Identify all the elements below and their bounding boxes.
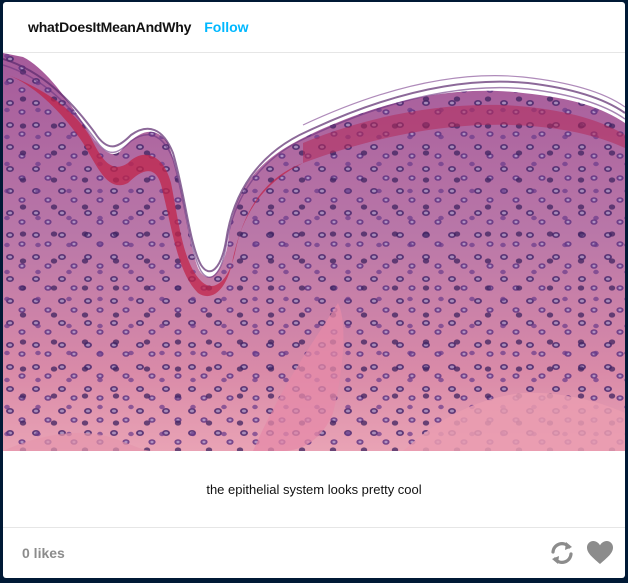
author-name[interactable]: whatDoesItMeanAndWhy bbox=[28, 19, 191, 35]
post-header: whatDoesItMeanAndWhy Follow bbox=[3, 2, 625, 53]
follow-button[interactable]: Follow bbox=[204, 19, 248, 35]
post-card: whatDoesItMeanAndWhy Follow the epitheli… bbox=[3, 2, 625, 578]
post-photo[interactable] bbox=[3, 53, 625, 451]
reblog-icon[interactable] bbox=[548, 539, 576, 567]
heart-icon[interactable] bbox=[586, 540, 614, 566]
post-footer: 0 likes bbox=[3, 528, 625, 578]
post-caption: the epithelial system looks pretty cool bbox=[3, 451, 625, 528]
post-actions bbox=[548, 539, 614, 567]
notes-count[interactable]: 0 likes bbox=[22, 545, 65, 561]
